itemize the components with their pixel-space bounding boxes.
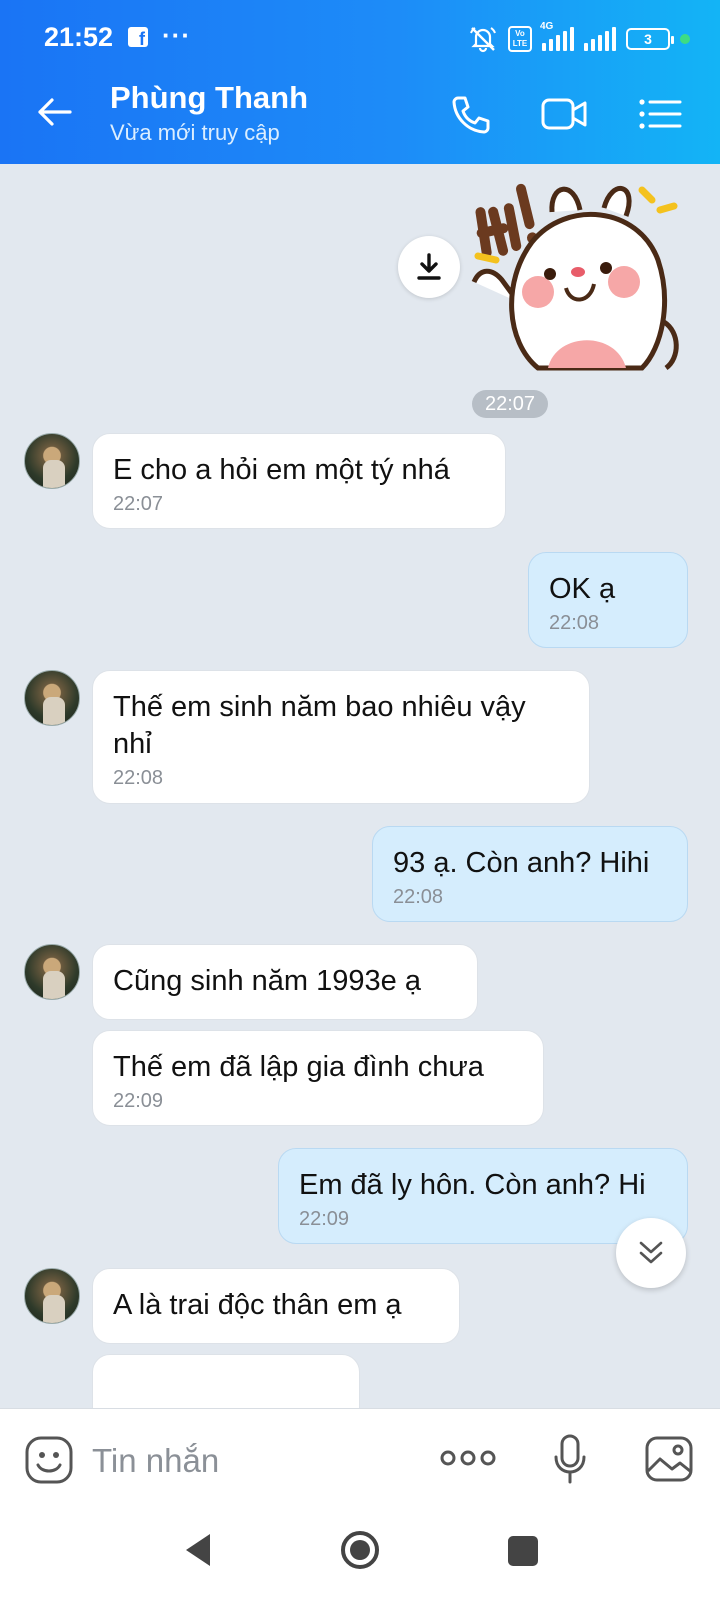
- signal-icon: [584, 27, 616, 51]
- nav-home-icon[interactable]: [340, 1530, 380, 1570]
- back-arrow-icon[interactable]: [34, 92, 74, 132]
- message-bubble-incoming[interactable]: A là trai độc thân em ạ: [92, 1268, 460, 1344]
- message-time: 22:09: [299, 1208, 350, 1230]
- message-text: Em đã ly hôn. Còn anh? Hi: [299, 1169, 646, 1201]
- contact-name[interactable]: Phùng Thanh: [110, 80, 308, 116]
- battery-icon: 3: [626, 28, 674, 50]
- more-notifications-icon: ···: [162, 20, 191, 50]
- network-label: 4G: [540, 21, 554, 32]
- phone-call-icon[interactable]: [448, 92, 496, 136]
- header: 21:52 f ··· Vo LTE 4G 3 Phùng Thanh Vừa …: [0, 0, 720, 164]
- message-bubble-incoming[interactable]: Cũng sinh năm 1993e ạ: [92, 944, 478, 1020]
- message-text: Cũng sinh năm 1993e ạ: [113, 965, 421, 997]
- avatar[interactable]: [24, 944, 80, 1000]
- message-time: 22:09: [113, 1090, 164, 1112]
- chat-area[interactable]: 22:07 E cho a hỏi em một tý nhá 22:07 OK…: [0, 164, 720, 1408]
- double-chevron-down-icon: [639, 1241, 663, 1264]
- message-time: 22:08: [113, 767, 164, 789]
- avatar[interactable]: [24, 1268, 80, 1324]
- bell-off-icon: [470, 27, 496, 53]
- message-time: 22:08: [393, 886, 444, 908]
- message-bubble-incoming-partial[interactable]: [92, 1354, 360, 1408]
- contact-status: Vừa mới truy cập: [110, 120, 280, 145]
- message-bubble-outgoing[interactable]: 93 ạ. Còn anh? Hihi 22:08: [372, 826, 688, 922]
- message-bubble-incoming[interactable]: E cho a hỏi em một tý nhá 22:07: [92, 433, 506, 529]
- avatar[interactable]: [24, 433, 80, 489]
- status-time: 21:52: [44, 22, 114, 52]
- message-text: OK ạ: [549, 573, 616, 605]
- microphone-icon[interactable]: [552, 1433, 588, 1485]
- volte-icon: Vo LTE: [508, 26, 532, 52]
- message-text: Thế em sinh năm bao nhiêu vậy nhỉ: [113, 691, 526, 760]
- signal-4g-icon: 4G: [540, 21, 574, 51]
- more-options-icon[interactable]: [440, 1443, 496, 1473]
- message-bubble-incoming[interactable]: Thế em sinh năm bao nhiêu vậy nhỉ 22:08: [92, 670, 590, 804]
- download-button[interactable]: [398, 236, 460, 298]
- message-text: E cho a hỏi em một tý nhá: [113, 454, 450, 486]
- status-icons: Vo LTE 4G 3: [468, 21, 690, 54]
- message-bubble-outgoing[interactable]: OK ạ 22:08: [528, 552, 688, 648]
- message-text: A là trai độc thân em ạ: [113, 1289, 402, 1321]
- nav-back-icon[interactable]: [182, 1532, 214, 1568]
- time-pill: 22:07: [472, 390, 548, 418]
- message-time: 22:08: [549, 612, 600, 634]
- message-input-bar: [0, 1408, 720, 1508]
- video-call-icon[interactable]: [540, 92, 588, 136]
- avatar[interactable]: [24, 670, 80, 726]
- download-icon: [417, 253, 441, 280]
- nav-recent-apps-icon[interactable]: [508, 1536, 538, 1566]
- emoji-icon[interactable]: [24, 1435, 74, 1485]
- bunny-hi-sticker[interactable]: [466, 172, 690, 372]
- system-nav-bar: [0, 1508, 720, 1600]
- scroll-to-bottom-button[interactable]: [616, 1218, 686, 1288]
- message-text: Thế em đã lập gia đình chưa: [113, 1051, 484, 1083]
- facebook-notification-icon: f: [128, 27, 148, 49]
- image-gallery-icon[interactable]: [644, 1435, 694, 1483]
- message-input[interactable]: [92, 1439, 402, 1483]
- message-time: 22:07: [113, 493, 164, 515]
- message-text: 93 ạ. Còn anh? Hihi: [393, 847, 650, 879]
- privacy-indicator-dot: [680, 34, 690, 44]
- menu-list-icon[interactable]: [636, 92, 684, 136]
- message-bubble-incoming[interactable]: Thế em đã lập gia đình chưa 22:09: [92, 1030, 544, 1126]
